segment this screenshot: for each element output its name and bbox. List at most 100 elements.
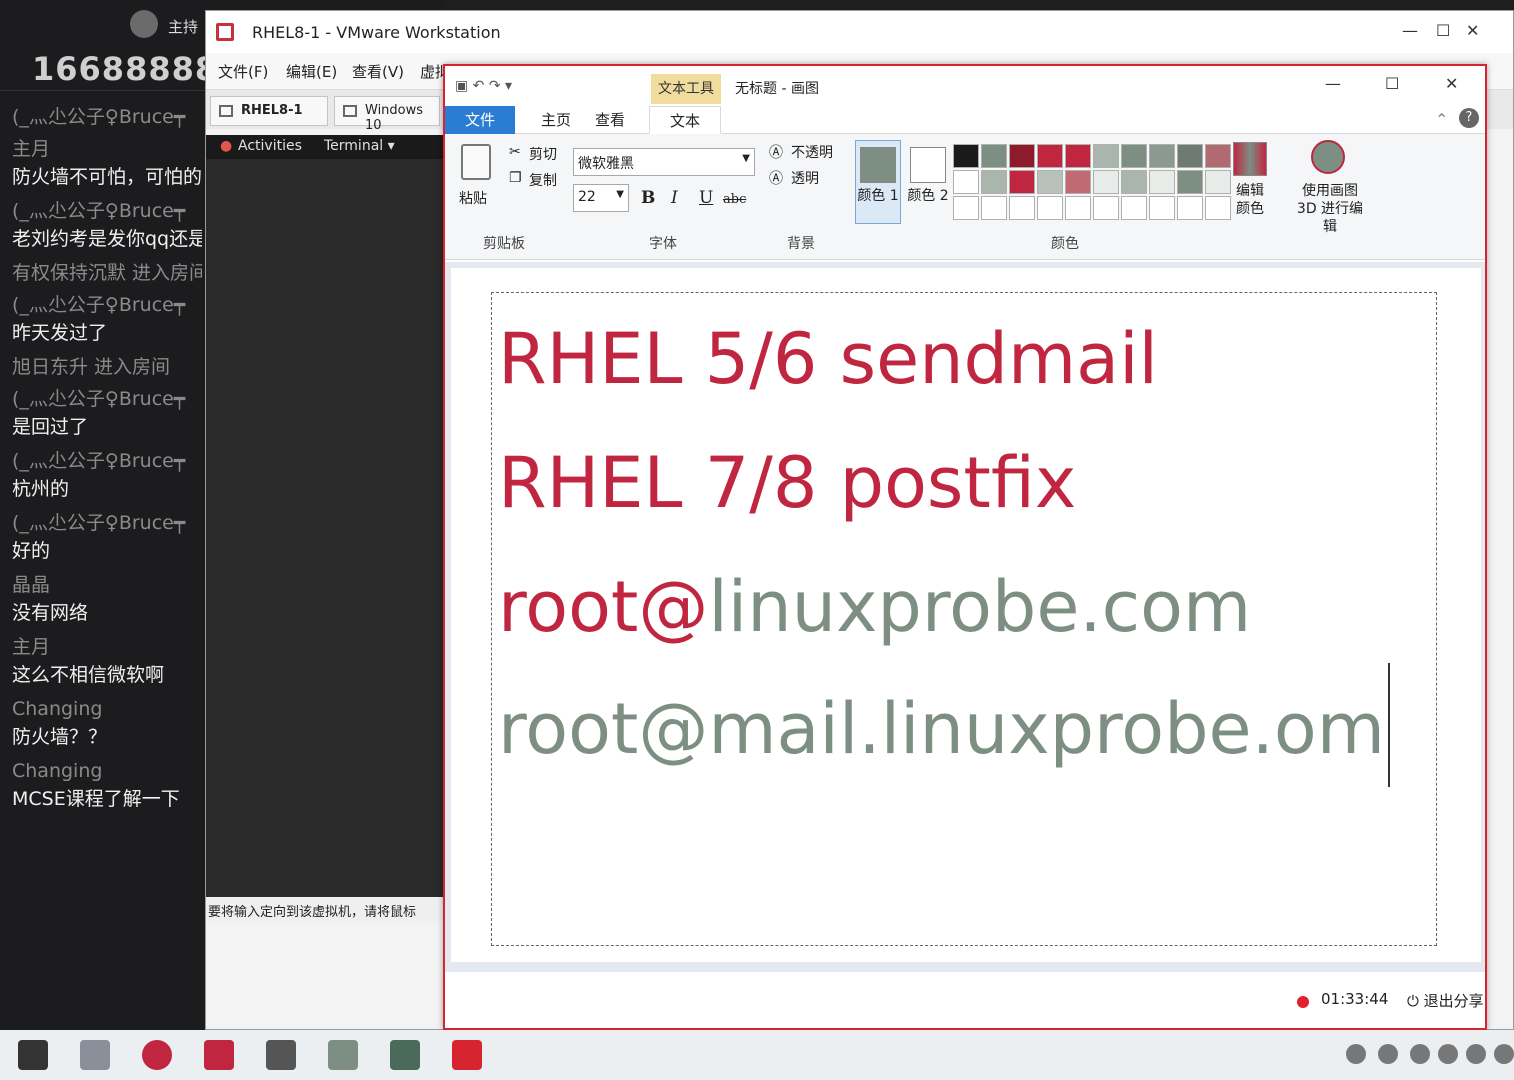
canvas-text-line-3: root@linuxprobe.com bbox=[498, 567, 1251, 647]
palette-swatch[interactable] bbox=[1037, 196, 1063, 220]
browser-icon[interactable] bbox=[142, 1040, 172, 1070]
maximize-icon[interactable]: ☐ bbox=[1436, 21, 1450, 40]
font-size-select[interactable]: 22 ▼ bbox=[573, 184, 629, 212]
tab-rhel8[interactable]: RHEL8-1 bbox=[210, 96, 328, 126]
menu-view[interactable]: 查看(V) bbox=[352, 61, 404, 82]
palette-swatch[interactable] bbox=[1065, 144, 1091, 168]
tab-view[interactable]: 查看 bbox=[575, 106, 645, 134]
app-icon[interactable] bbox=[390, 1040, 420, 1070]
paste-button[interactable]: 粘贴 bbox=[459, 188, 487, 208]
color1-swatch bbox=[860, 147, 896, 183]
windows-start-icon[interactable] bbox=[18, 1040, 48, 1070]
tray-icon[interactable] bbox=[1410, 1044, 1430, 1064]
palette-swatch[interactable] bbox=[1065, 170, 1091, 194]
palette-swatch[interactable] bbox=[1037, 144, 1063, 168]
chat-message: 主月 防火墙不可怕，可怕的 bbox=[12, 136, 202, 192]
palette-swatch[interactable] bbox=[1009, 144, 1035, 168]
microphone-icon[interactable] bbox=[1346, 1044, 1366, 1064]
palette-swatch[interactable] bbox=[1149, 144, 1175, 168]
paint-taskbar-icon[interactable] bbox=[328, 1040, 358, 1070]
palette-swatch[interactable] bbox=[1121, 144, 1147, 168]
underline-button[interactable]: U bbox=[699, 188, 713, 208]
palette-swatch[interactable] bbox=[1093, 170, 1119, 194]
quick-access-toolbar[interactable]: ▣ ↶ ↷ ▾ bbox=[455, 78, 512, 94]
palette-swatch[interactable] bbox=[1009, 196, 1035, 220]
group-clipboard-label: 剪贴板 bbox=[483, 236, 525, 252]
bold-button[interactable]: B bbox=[641, 188, 655, 208]
tab-windows10[interactable]: Windows 10 bbox=[334, 96, 440, 133]
palette-swatch[interactable] bbox=[1177, 196, 1203, 220]
chat-message: 晶晶 没有网络 bbox=[12, 572, 202, 628]
palette-swatch[interactable] bbox=[1009, 170, 1035, 194]
palette-swatch[interactable] bbox=[981, 170, 1007, 194]
app-icon[interactable] bbox=[452, 1040, 482, 1070]
close-icon[interactable]: ✕ bbox=[1466, 21, 1479, 40]
palette-swatch[interactable] bbox=[1065, 196, 1091, 220]
tray-icon[interactable] bbox=[1494, 1044, 1514, 1064]
palette-swatch[interactable] bbox=[981, 144, 1007, 168]
chat-username: 晶晶 bbox=[12, 574, 51, 596]
palette-swatch[interactable] bbox=[1093, 144, 1119, 168]
palette-swatch[interactable] bbox=[1121, 170, 1147, 194]
terminal-menu[interactable]: Terminal ▾ bbox=[324, 138, 395, 154]
collapse-ribbon-icon[interactable]: ⌃ bbox=[1435, 110, 1448, 129]
exit-share-button[interactable]: ⏻ 退出分享 bbox=[1407, 990, 1484, 1011]
palette-swatch[interactable] bbox=[1205, 196, 1231, 220]
host-avatar bbox=[130, 10, 158, 38]
tray-icon[interactable] bbox=[1378, 1044, 1398, 1064]
drawing-canvas[interactable]: RHEL 5/6 sendmail RHEL 7/8 postfix root@… bbox=[451, 268, 1481, 962]
paint3d-icon bbox=[1311, 140, 1345, 174]
palette-swatch[interactable] bbox=[981, 196, 1007, 220]
menu-edit[interactable]: 编辑(E) bbox=[286, 61, 337, 82]
activities-button[interactable]: Activities bbox=[238, 138, 302, 154]
cut-button[interactable]: 剪切 bbox=[529, 144, 557, 164]
opaque-button[interactable]: 不透明 bbox=[791, 142, 833, 162]
help-icon[interactable]: ? bbox=[1459, 108, 1479, 128]
opaque-icon: Ⓐ bbox=[769, 145, 783, 161]
guest-screen[interactable]: ● Activities Terminal ▾ 要将输入定向到该虚拟机，请将鼠标 bbox=[206, 135, 444, 921]
record-dot-icon bbox=[1297, 996, 1309, 1008]
menu-file[interactable]: 文件(F) bbox=[218, 61, 268, 82]
copy-button[interactable]: 复制 bbox=[529, 170, 557, 190]
qq-icon[interactable] bbox=[1438, 1044, 1458, 1064]
font-name-select[interactable]: 微软雅黑 ▼ bbox=[573, 148, 755, 176]
palette-swatch[interactable] bbox=[1149, 170, 1175, 194]
edit-colors-button[interactable]: 编辑颜色 bbox=[1233, 182, 1267, 218]
color2-button[interactable]: 颜色 2 bbox=[905, 140, 951, 224]
vm-status-text: 要将输入定向到该虚拟机，请将鼠标 bbox=[206, 897, 444, 921]
tab-file[interactable]: 文件 bbox=[445, 106, 515, 134]
palette-swatch[interactable] bbox=[953, 170, 979, 194]
chat-text: 防火墙？？ bbox=[12, 726, 108, 748]
palette-swatch[interactable] bbox=[1177, 144, 1203, 168]
palette-swatch[interactable] bbox=[953, 144, 979, 168]
palette-swatch[interactable] bbox=[953, 196, 979, 220]
minimize-icon[interactable]: — bbox=[1325, 74, 1341, 93]
canvas-text-line-2: RHEL 7/8 postfix bbox=[498, 442, 1077, 524]
transparent-icon: Ⓐ bbox=[769, 171, 783, 187]
close-icon[interactable]: ✕ bbox=[1445, 74, 1458, 93]
chat-username: (_灬尐公子♀Bruce┯ bbox=[12, 294, 186, 316]
maximize-icon[interactable]: ☐ bbox=[1385, 74, 1399, 93]
palette-swatch[interactable] bbox=[1093, 196, 1119, 220]
transparent-button[interactable]: 透明 bbox=[791, 168, 819, 188]
strikethrough-button[interactable]: abc bbox=[723, 192, 746, 207]
tab-text[interactable]: 文本 bbox=[649, 106, 721, 134]
text-box[interactable]: RHEL 5/6 sendmail RHEL 7/8 postfix root@… bbox=[491, 292, 1437, 946]
windows-taskbar bbox=[0, 1030, 1514, 1080]
vmware-taskbar-icon[interactable] bbox=[204, 1040, 234, 1070]
palette-swatch[interactable] bbox=[1149, 196, 1175, 220]
minimize-icon[interactable]: — bbox=[1402, 21, 1418, 40]
chat-text: 老刘约考是发你qq还是 bbox=[12, 228, 202, 250]
palette-swatch[interactable] bbox=[1177, 170, 1203, 194]
file-explorer-icon[interactable] bbox=[80, 1040, 110, 1070]
vm-icon bbox=[343, 105, 357, 117]
color1-button[interactable]: 颜色 1 bbox=[855, 140, 901, 224]
italic-button[interactable]: I bbox=[671, 188, 678, 208]
palette-swatch[interactable] bbox=[1205, 144, 1231, 168]
palette-swatch[interactable] bbox=[1037, 170, 1063, 194]
palette-swatch[interactable] bbox=[1121, 196, 1147, 220]
paint3d-button[interactable]: 使用画图 3D 进行编辑 bbox=[1291, 182, 1369, 236]
qq-icon[interactable] bbox=[1466, 1044, 1486, 1064]
palette-swatch[interactable] bbox=[1205, 170, 1231, 194]
app-icon[interactable] bbox=[266, 1040, 296, 1070]
